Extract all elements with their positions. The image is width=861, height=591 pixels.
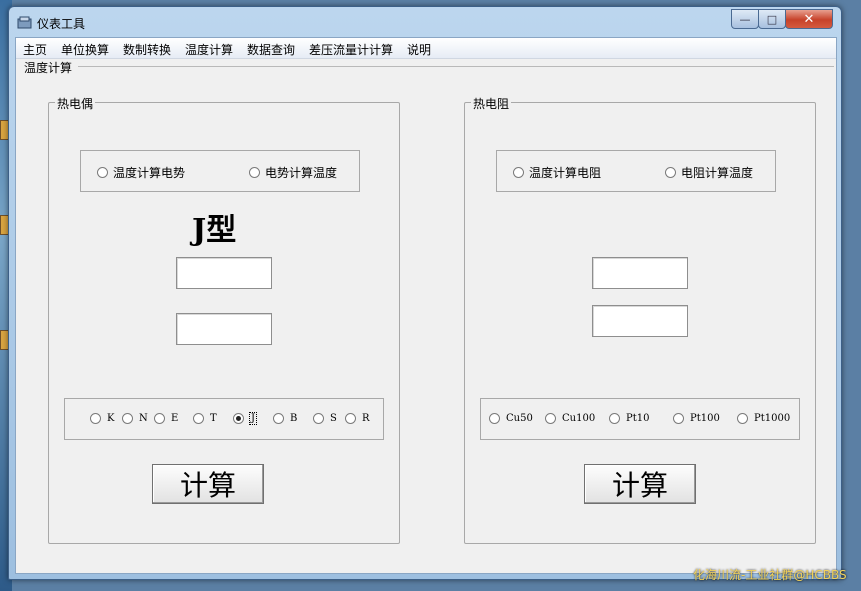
panel-title: 温度计算 xyxy=(22,59,75,76)
minimize-icon: — xyxy=(739,12,751,26)
tc-type-r-radio[interactable]: R xyxy=(345,413,370,424)
rtd-group: 热电阻 温度计算电阻 电阻计算温度 Cu50 Cu100 Pt10 Pt100 … xyxy=(464,95,816,544)
thermocouple-type-box: K N E T J B S R xyxy=(64,398,384,440)
radio-label: S xyxy=(330,413,337,424)
radio-label: K xyxy=(107,413,115,424)
radio-circle-icon xyxy=(249,167,260,178)
menu-item-temperature-calc[interactable]: 温度计算 xyxy=(185,41,233,58)
maximize-icon: □ xyxy=(766,12,778,26)
radio-circle-icon xyxy=(545,413,556,424)
radio-circle-icon xyxy=(97,167,108,178)
radio-label: 温度计算电势 xyxy=(113,166,186,180)
rtd-type-cu50-radio[interactable]: Cu50 xyxy=(489,413,533,424)
thermocouple-group: 热电偶 温度计算电势 电势计算温度 J型 K N E T J B S R 计算 xyxy=(48,95,400,544)
radio-label: 温度计算电阻 xyxy=(529,166,602,180)
radio-label: Pt1000 xyxy=(754,413,791,424)
menu-item-unit-conversion[interactable]: 单位换算 xyxy=(61,41,109,58)
title-bar[interactable]: 仪表工具 — □ ✕ xyxy=(9,7,841,35)
radio-label: Cu50 xyxy=(506,413,533,424)
rtd-input-1[interactable] xyxy=(592,257,688,289)
radio-label: R xyxy=(362,413,370,424)
rtd-mode-resistance-to-temp-radio[interactable]: 电阻计算温度 xyxy=(665,164,753,181)
radio-label: B xyxy=(290,413,298,424)
rtd-type-pt10-radio[interactable]: Pt10 xyxy=(609,413,649,424)
radio-circle-icon xyxy=(665,167,676,178)
radio-label: Pt100 xyxy=(690,413,720,424)
app-window: 仪表工具 — □ ✕ 主页 单位换算 数制转换 温度计算 数据查询 差压流量计计… xyxy=(8,6,842,580)
close-button[interactable]: ✕ xyxy=(785,9,833,29)
radio-label: J xyxy=(248,412,258,425)
radio-label: Pt10 xyxy=(626,413,650,424)
tc-type-t-radio[interactable]: T xyxy=(193,413,217,424)
tc-type-n-radio[interactable]: N xyxy=(122,413,148,424)
radio-label: 电势计算温度 xyxy=(265,166,338,180)
radio-circle-icon xyxy=(513,167,524,178)
menu-item-dp-flow-calc[interactable]: 差压流量计计算 xyxy=(309,41,393,58)
tc-type-k-radio[interactable]: K xyxy=(90,413,114,424)
tc-type-e-radio[interactable]: E xyxy=(154,413,178,424)
rtd-type-cu100-radio[interactable]: Cu100 xyxy=(545,413,595,424)
panel-divider xyxy=(78,66,834,67)
radio-circle-icon xyxy=(122,413,133,424)
rtd-mode-box: 温度计算电阻 电阻计算温度 xyxy=(496,150,776,192)
client-area: 主页 单位换算 数制转换 温度计算 数据查询 差压流量计计算 说明 温度计算 热… xyxy=(15,37,837,574)
thermocouple-mode-box: 温度计算电势 电势计算温度 xyxy=(80,150,360,192)
radio-circle-icon xyxy=(154,413,165,424)
menu-item-about[interactable]: 说明 xyxy=(407,41,431,58)
radio-label: T xyxy=(210,413,217,424)
radio-circle-icon xyxy=(609,413,620,424)
thermocouple-input-2[interactable] xyxy=(176,313,272,345)
temperature-calc-panel: 温度计算 热电偶 温度计算电势 电势计算温度 J型 K N E T J B S … xyxy=(18,59,834,571)
window-title: 仪表工具 xyxy=(37,17,86,31)
tc-mode-temp-to-emf-radio[interactable]: 温度计算电势 xyxy=(97,164,185,181)
radio-selected-icon xyxy=(233,413,244,424)
radio-label: E xyxy=(171,413,179,424)
rtd-type-box: Cu50 Cu100 Pt10 Pt100 Pt1000 xyxy=(480,398,800,440)
menu-bar: 主页 单位换算 数制转换 温度计算 数据查询 差压流量计计算 说明 xyxy=(16,38,836,59)
minimize-button[interactable]: — xyxy=(731,9,759,29)
radio-label: N xyxy=(139,413,148,424)
rtd-calculate-button[interactable]: 计算 xyxy=(584,464,696,504)
tc-mode-emf-to-temp-radio[interactable]: 电势计算温度 xyxy=(249,164,337,181)
radio-circle-icon xyxy=(673,413,684,424)
rtd-type-pt1000-radio[interactable]: Pt1000 xyxy=(737,413,790,424)
menu-item-base-conversion[interactable]: 数制转换 xyxy=(123,41,171,58)
radio-circle-icon xyxy=(313,413,324,424)
close-icon: ✕ xyxy=(803,11,815,27)
watermark-text: 化海川流-工业社群@HCBBS xyxy=(693,568,847,582)
thermocouple-group-title: 热电偶 xyxy=(55,95,96,112)
thermocouple-type-label: J型 xyxy=(192,213,237,248)
maximize-button[interactable]: □ xyxy=(758,9,786,29)
tc-type-b-radio[interactable]: B xyxy=(273,413,297,424)
radio-circle-icon xyxy=(737,413,748,424)
rtd-group-title: 热电阻 xyxy=(471,95,512,112)
menu-item-data-query[interactable]: 数据查询 xyxy=(247,41,295,58)
rtd-mode-temp-to-resistance-radio[interactable]: 温度计算电阻 xyxy=(513,164,601,181)
rtd-input-2[interactable] xyxy=(592,305,688,337)
thermocouple-input-1[interactable] xyxy=(176,257,272,289)
menu-item-home[interactable]: 主页 xyxy=(23,41,47,58)
radio-circle-icon xyxy=(90,413,101,424)
tc-type-j-radio[interactable]: J xyxy=(233,412,258,425)
radio-circle-icon xyxy=(193,413,204,424)
radio-circle-icon xyxy=(489,413,500,424)
radio-circle-icon xyxy=(273,413,284,424)
thermocouple-calculate-button[interactable]: 计算 xyxy=(152,464,264,504)
radio-label: Cu100 xyxy=(562,413,596,424)
rtd-type-pt100-radio[interactable]: Pt100 xyxy=(673,413,720,424)
app-icon xyxy=(17,16,32,29)
tc-type-s-radio[interactable]: S xyxy=(313,413,337,424)
radio-circle-icon xyxy=(345,413,356,424)
radio-label: 电阻计算温度 xyxy=(681,166,754,180)
